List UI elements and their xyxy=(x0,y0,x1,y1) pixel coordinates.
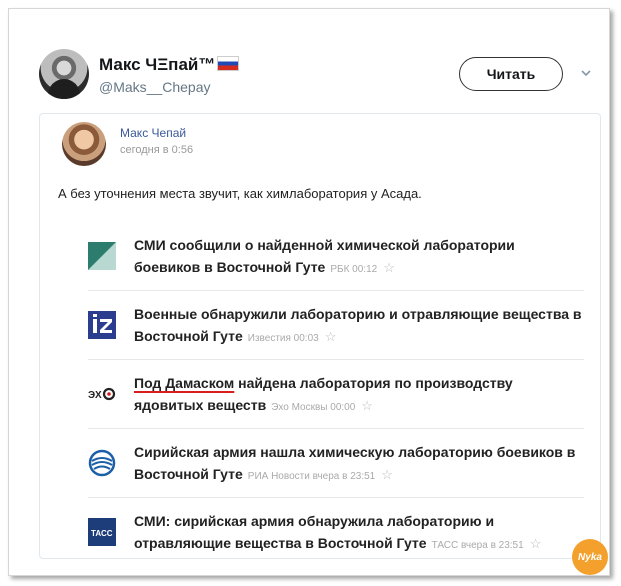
rbc-logo-icon xyxy=(88,242,116,270)
post-author-avatar[interactable] xyxy=(62,122,106,166)
embedded-post: Макс Чепай сегодня в 0:56 А без уточнени… xyxy=(39,113,601,559)
watermark-logo: Nyka xyxy=(572,539,608,575)
chevron-down-icon[interactable] xyxy=(580,67,592,79)
news-source: РИА Новости вчера в 23:51 xyxy=(247,471,376,482)
news-headline[interactable]: СМИ сообщили о найденной химической лабо… xyxy=(134,234,584,281)
news-item[interactable]: СМИ сообщили о найденной химической лабо… xyxy=(88,222,584,291)
news-item[interactable]: Э Х Под Дамаском найдена лаборатория по … xyxy=(88,360,584,429)
author-handle[interactable]: @Maks__Chepay xyxy=(99,79,211,95)
news-headline[interactable]: СМИ: сирийская армия обнаружила лаборато… xyxy=(134,510,584,557)
news-item[interactable]: Военные обнаружили лабораторию и отравля… xyxy=(88,291,584,360)
ria-novosti-logo-icon xyxy=(88,449,116,477)
svg-text:Х: Х xyxy=(95,390,102,401)
follow-button[interactable]: Читать xyxy=(459,57,563,91)
post-timestamp: сегодня в 0:56 xyxy=(120,144,194,156)
author-name-text: Макс ЧΞпай™ xyxy=(99,55,216,74)
russia-flag-icon xyxy=(217,56,240,71)
tass-logo-icon: ТАСС xyxy=(88,518,116,546)
news-title: СМИ сообщили о найденной химической лабо… xyxy=(134,237,515,275)
star-icon[interactable]: ☆ xyxy=(325,329,337,344)
author-avatar[interactable] xyxy=(39,49,89,99)
star-icon[interactable]: ☆ xyxy=(361,398,373,413)
star-icon[interactable]: ☆ xyxy=(381,467,393,482)
star-icon[interactable]: ☆ xyxy=(383,260,395,275)
star-icon[interactable]: ☆ xyxy=(530,536,542,551)
svg-text:ТАСС: ТАСС xyxy=(91,529,113,538)
news-source: ТАСС вчера в 23:51 xyxy=(431,540,524,551)
news-headline[interactable]: Под Дамаском найдена лаборатория по прои… xyxy=(134,372,584,419)
post-text: А без уточнения места звучит, как химлаб… xyxy=(58,186,422,201)
news-headline[interactable]: Сирийская армия нашла химическую лаборат… xyxy=(134,441,584,488)
news-item[interactable]: ТАСС СМИ: сирийская армия обнаружила лаб… xyxy=(88,498,584,566)
news-source: Известия 00:03 xyxy=(247,333,319,344)
author-name[interactable]: Макс ЧΞпай™ xyxy=(99,55,240,75)
news-title-highlight: Под Дамаском xyxy=(134,375,235,391)
tweet-frame: Макс ЧΞпай™ @Maks__Chepay Читать Макс Че… xyxy=(8,8,610,576)
news-headline[interactable]: Военные обнаружили лабораторию и отравля… xyxy=(134,303,584,350)
echo-moskvy-logo-icon: Э Х xyxy=(88,387,116,401)
news-list: СМИ сообщили о найденной химической лабо… xyxy=(88,222,584,566)
news-item[interactable]: Сирийская армия нашла химическую лаборат… xyxy=(88,429,584,498)
news-source: РБК 00:12 xyxy=(330,264,378,275)
news-source: Эхо Москвы 00:00 xyxy=(271,402,356,413)
post-author-name[interactable]: Макс Чепай xyxy=(120,126,186,140)
news-title: Военные обнаружили лабораторию и отравля… xyxy=(134,306,582,344)
izvestia-logo-icon xyxy=(88,311,116,339)
